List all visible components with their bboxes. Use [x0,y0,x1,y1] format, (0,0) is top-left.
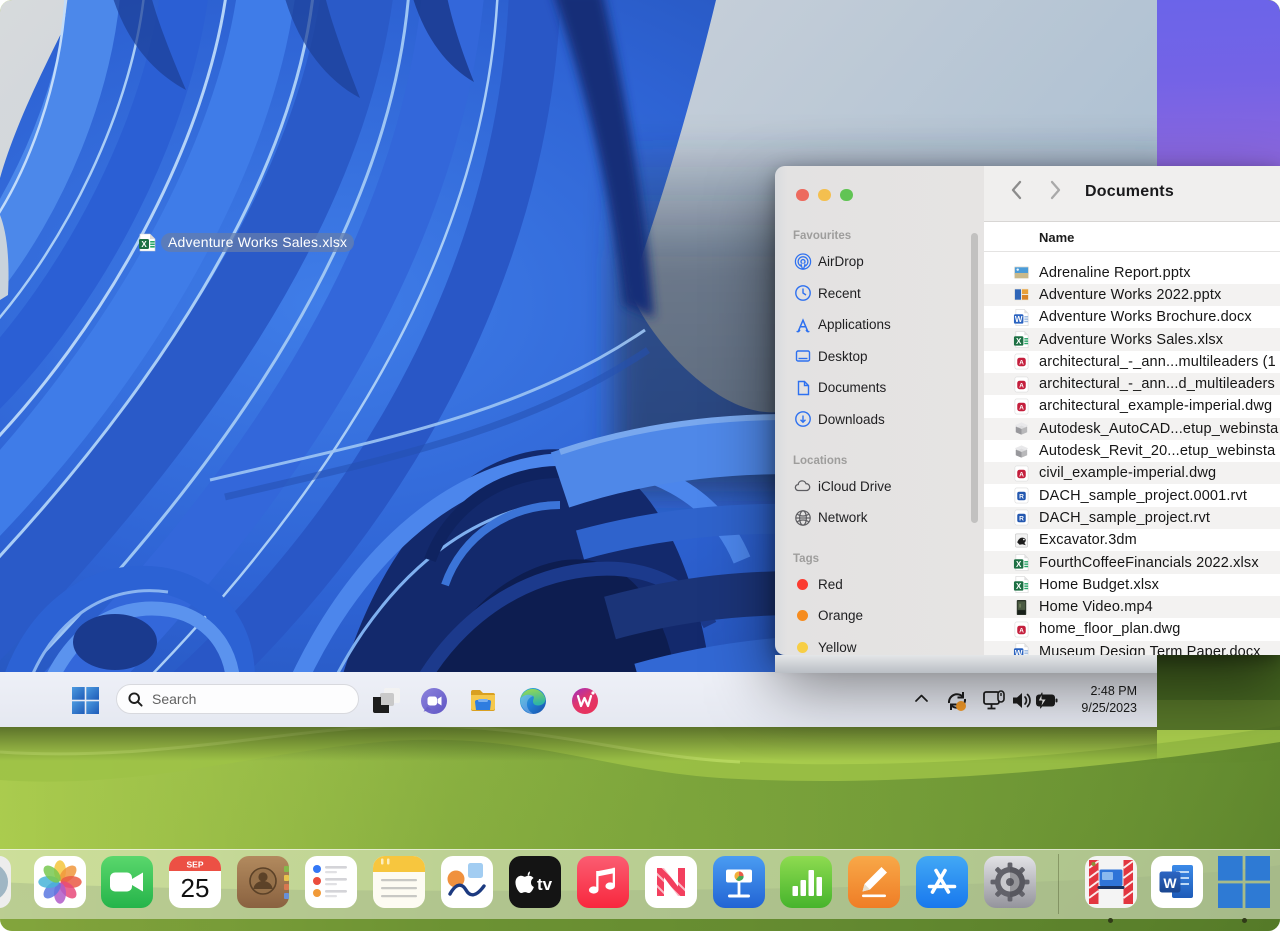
svg-text:SEP: SEP [187,860,204,870]
svg-text:X: X [141,240,147,249]
svg-text:25: 25 [181,873,210,903]
svg-text:W: W [1163,875,1177,891]
svg-text:tv: tv [537,875,553,894]
